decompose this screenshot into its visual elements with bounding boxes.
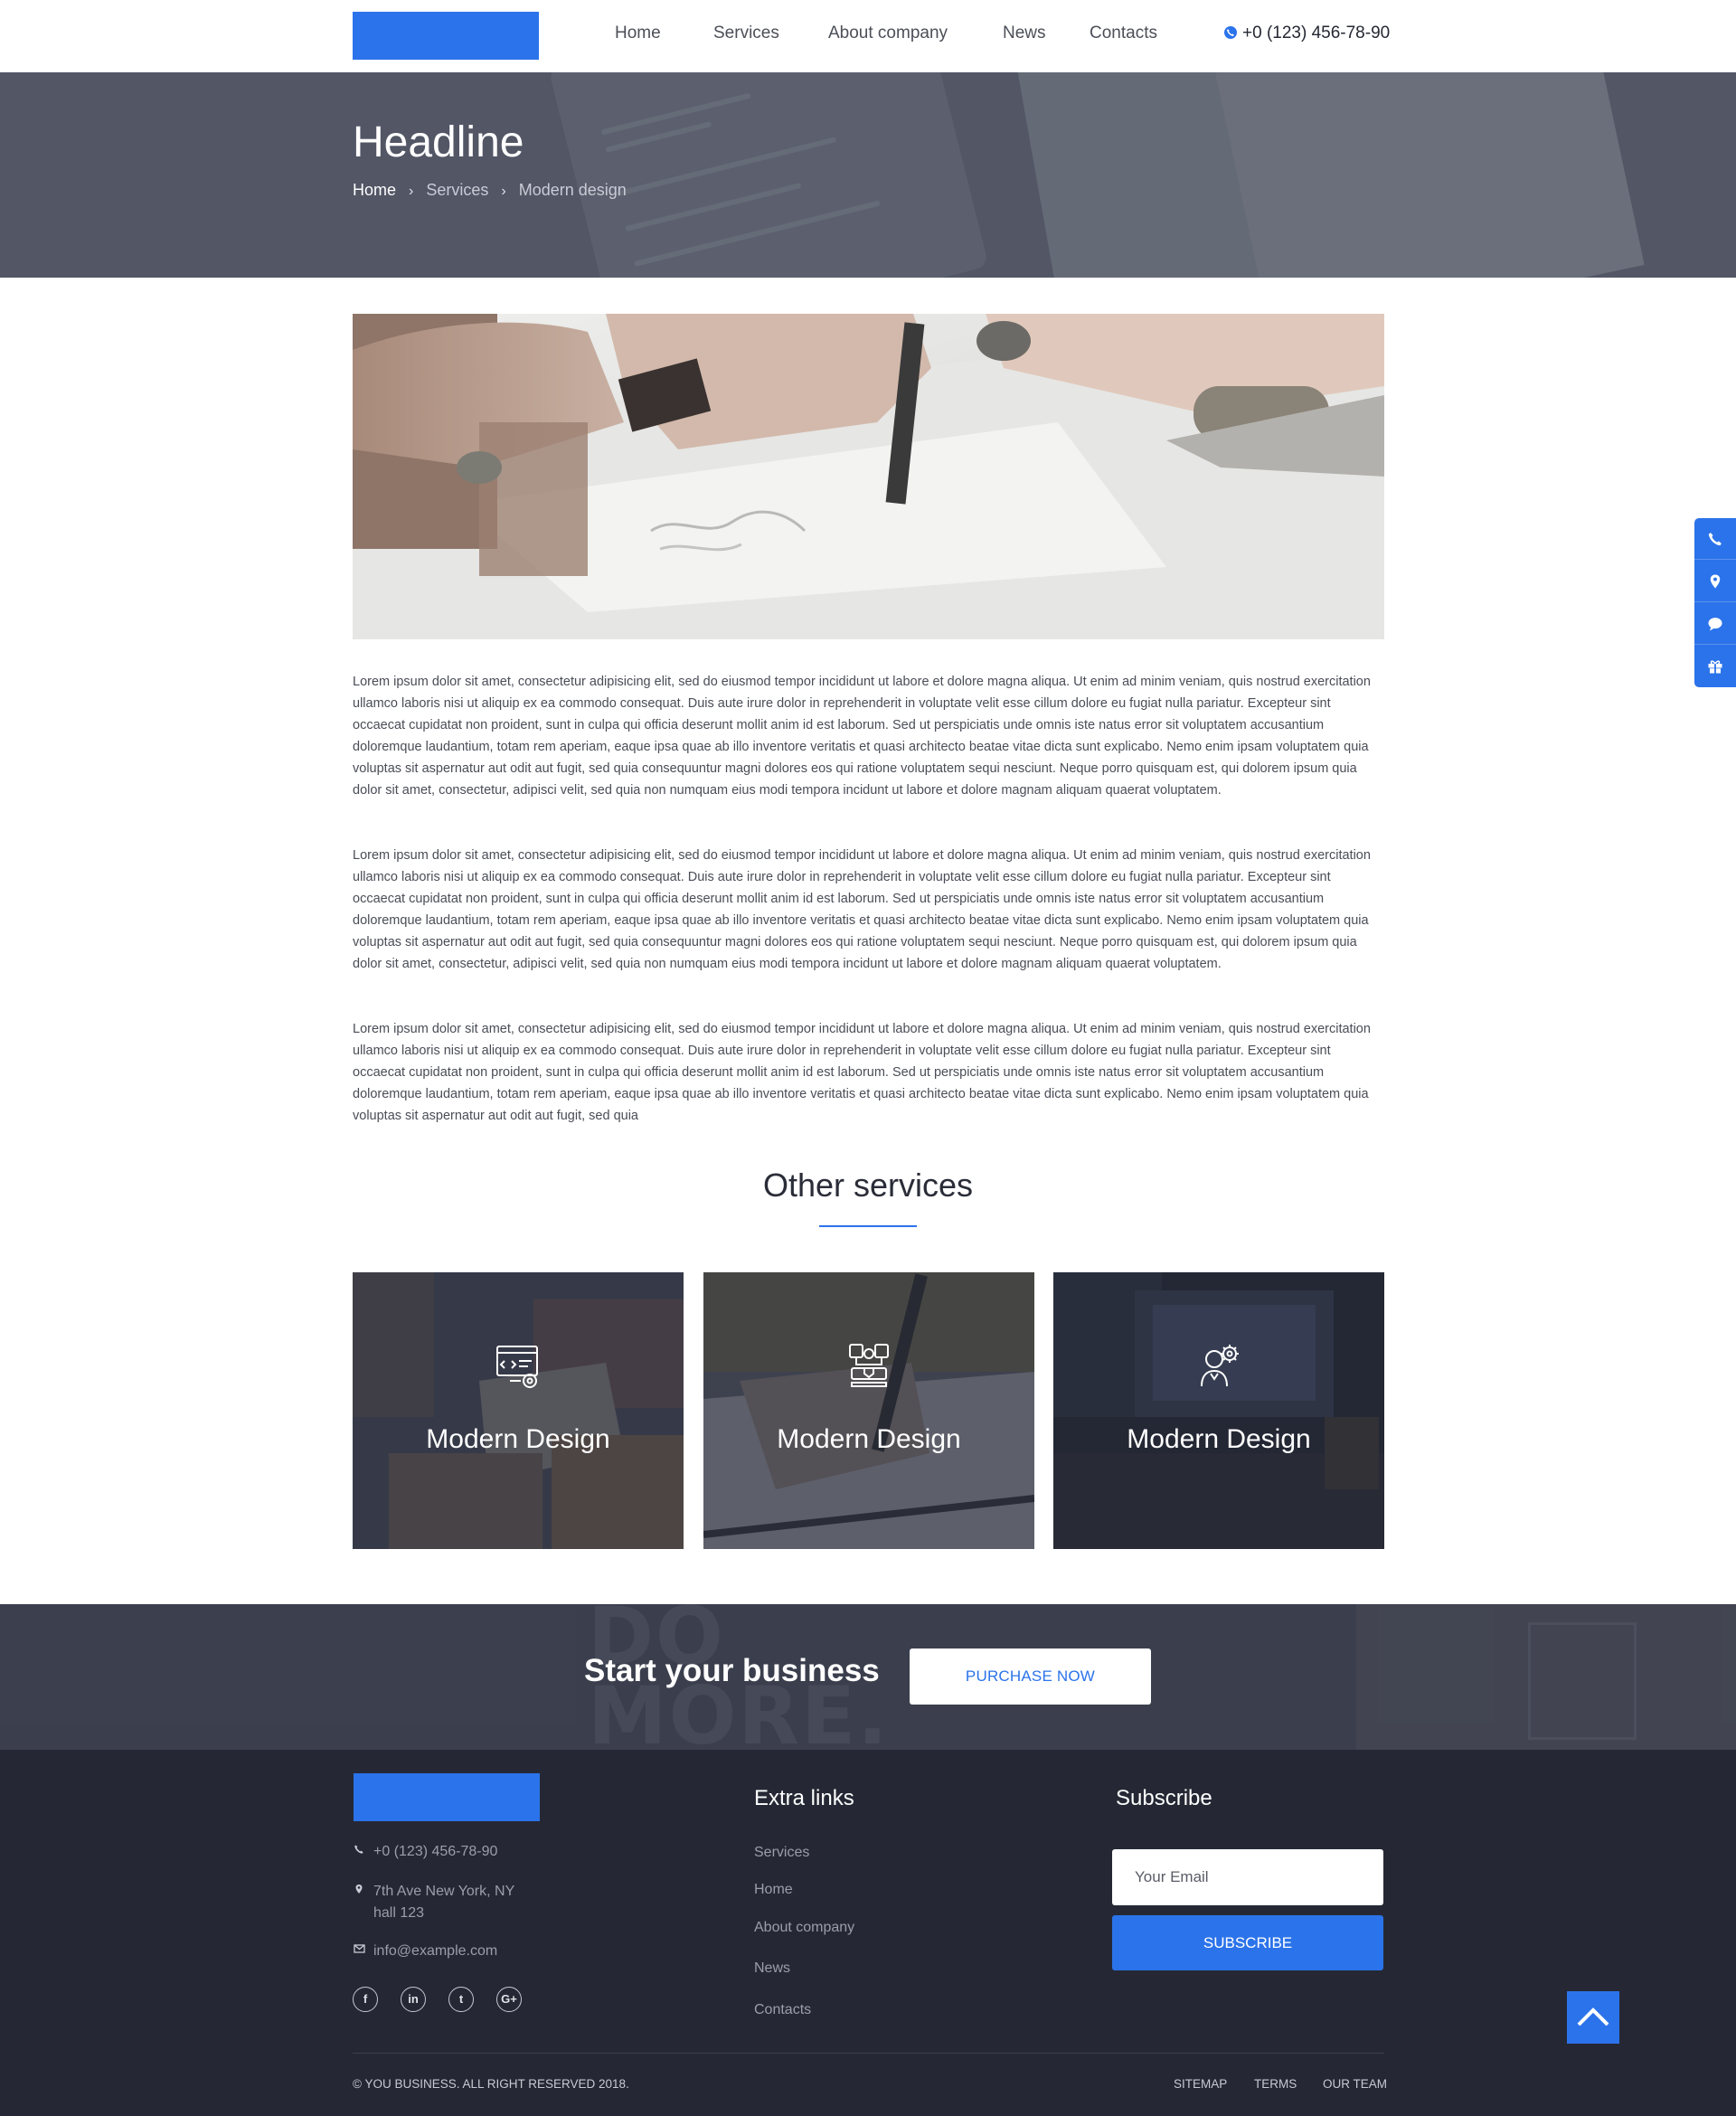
sidebar-gift-button[interactable] — [1694, 646, 1736, 687]
footer-link-services[interactable]: Services — [754, 1845, 809, 1861]
service-card-title: Modern Design — [777, 1424, 961, 1454]
footer — [0, 1750, 1736, 2116]
cta-title: Start your business — [584, 1653, 880, 1688]
article-hero-image — [353, 314, 1384, 639]
cta-banner: DO MORE. Start your business PURCHASE NO… — [0, 1604, 1736, 1750]
linkedin-icon[interactable]: in — [401, 1987, 426, 2012]
footer-link-home[interactable]: Home — [754, 1882, 793, 1898]
side-contact-toolbar — [1694, 518, 1736, 687]
section-title-underline — [819, 1225, 917, 1227]
nav-services[interactable]: Services — [713, 24, 779, 43]
nav-news[interactable]: News — [1003, 24, 1046, 43]
copyright: © YOU BUSINESS. ALL RIGHT RESERVED 2018. — [353, 2077, 629, 2091]
article-paragraph: Lorem ipsum dolor sit amet, consectetur … — [353, 848, 1371, 972]
subscribe-title: Subscribe — [1116, 1786, 1212, 1810]
header-phone[interactable]: +0 (123) 456-78-90 — [1224, 24, 1390, 43]
page-hero: Headline Home › Services › Modern design — [0, 72, 1736, 278]
sidebar-phone-button[interactable] — [1694, 518, 1736, 560]
twitter-icon[interactable]: t — [448, 1987, 474, 2012]
phone-icon — [1224, 26, 1237, 39]
footer-link-terms[interactable]: TERMS — [1254, 2077, 1297, 2091]
nav-contacts[interactable]: Contacts — [1090, 24, 1157, 43]
footer-link-news[interactable]: News — [754, 1960, 790, 1977]
breadcrumb: Home › Services › Modern design — [353, 181, 627, 200]
footer-link-our-team[interactable]: OUR TEAM — [1323, 2077, 1387, 2091]
article-paragraph: Lorem ipsum dolor sit amet, consectetur … — [353, 1022, 1371, 1124]
nav-home[interactable]: Home — [615, 24, 661, 43]
footer-link-about-company[interactable]: About company — [754, 1920, 854, 1936]
chevron-up-icon — [1577, 2007, 1609, 2026]
page-title: Headline — [353, 118, 524, 166]
email-field[interactable] — [1112, 1849, 1383, 1905]
article-paragraph: Lorem ipsum dolor sit amet, consectetur … — [353, 675, 1371, 798]
nav-about-company[interactable]: About company — [828, 24, 948, 43]
top-navbar: Home Services About company News Contact… — [0, 0, 1736, 72]
footer-divider — [353, 2053, 1384, 2054]
breadcrumb-services[interactable]: Services — [426, 181, 488, 199]
service-card[interactable]: Modern Design — [353, 1272, 684, 1549]
service-card[interactable]: Modern Design — [1053, 1272, 1384, 1549]
footer-phone-number: +0 (123) 456-78-90 — [373, 1844, 498, 1859]
service-card[interactable]: Modern Design — [703, 1272, 1034, 1549]
footer-link-contacts[interactable]: Contacts — [754, 2002, 811, 2018]
breadcrumb-current: Modern design — [518, 181, 627, 199]
gift-icon — [1708, 660, 1722, 674]
purchase-now-button[interactable]: PURCHASE NOW — [910, 1648, 1151, 1705]
footer-link-sitemap[interactable]: SITEMAP — [1174, 2077, 1227, 2091]
map-pin-icon — [1710, 574, 1721, 589]
specialist-gear-icon — [1194, 1341, 1243, 1390]
breadcrumb-home[interactable]: Home — [353, 181, 396, 199]
chevron-right-icon: › — [409, 184, 414, 199]
footer-logo[interactable] — [354, 1773, 540, 1821]
mail-icon — [354, 1942, 366, 1955]
chat-icon — [1708, 618, 1722, 631]
site-logo[interactable] — [353, 12, 539, 60]
phone-icon — [1708, 533, 1722, 546]
google-plus-icon[interactable]: G+ — [496, 1987, 522, 2012]
header-phone-number: +0 (123) 456-78-90 — [1242, 24, 1391, 43]
section-title: Other services — [762, 1167, 974, 1204]
service-card-title: Modern Design — [1127, 1424, 1311, 1454]
phone-icon — [354, 1843, 366, 1856]
extra-links-title: Extra links — [754, 1786, 854, 1810]
design-tools-icon — [844, 1341, 893, 1390]
back-to-top-button[interactable] — [1567, 1991, 1619, 2044]
sidebar-chat-button[interactable] — [1694, 603, 1736, 645]
subscribe-button[interactable]: SUBSCRIBE — [1112, 1915, 1383, 1970]
sidebar-location-button[interactable] — [1694, 561, 1736, 602]
web-design-icon — [494, 1341, 542, 1390]
facebook-icon[interactable]: f — [353, 1987, 378, 2012]
chevron-right-icon: › — [501, 184, 506, 199]
map-pin-icon — [354, 1883, 366, 1895]
service-card-title: Modern Design — [426, 1424, 610, 1454]
